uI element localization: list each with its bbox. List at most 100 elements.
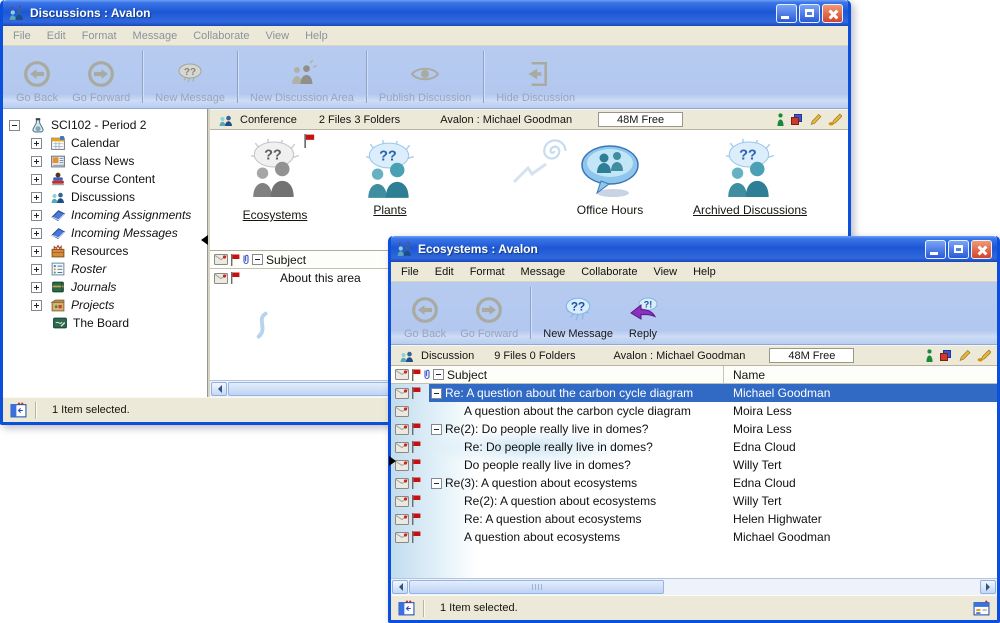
menu-collaborate[interactable]: Collaborate	[573, 264, 645, 280]
sidebar-item-incoming-assignments[interactable]: Incoming Assignments	[3, 206, 207, 224]
minimize-button[interactable]	[925, 240, 946, 259]
menu-format[interactable]: Format	[462, 264, 513, 280]
collapse-thread-box-icon[interactable]	[431, 424, 442, 435]
menu-view[interactable]: View	[257, 28, 297, 44]
conference-icon-plants[interactable]: ?? Plants	[315, 140, 465, 217]
new-message-button[interactable]: ?? New Message	[536, 285, 620, 343]
menu-edit[interactable]: Edit	[39, 28, 74, 44]
collapse-all-box-icon[interactable]	[252, 254, 263, 265]
conference-icon-archived-discussions[interactable]: ?? Archived Discussions	[665, 138, 835, 217]
go-forward-button[interactable]: Go Forward	[65, 49, 137, 107]
close-button[interactable]	[822, 4, 843, 23]
expand-box-icon[interactable]	[31, 174, 42, 185]
online-user-icon[interactable]	[925, 349, 934, 362]
go-forward-button[interactable]: Go Forward	[453, 285, 525, 343]
sidebar-item-journals[interactable]: Journals	[3, 278, 207, 296]
collapse-pane-arrow-icon[interactable]	[196, 235, 208, 245]
sidebar-item-the-board[interactable]: The Board	[3, 314, 207, 332]
subject-column-header[interactable]: Subject	[447, 368, 487, 382]
column-divider[interactable]	[723, 366, 724, 383]
expand-box-icon[interactable]	[31, 300, 42, 311]
message-row[interactable]: Re(3): A question about ecosystems Edna …	[391, 474, 997, 492]
collapse-pane-arrow-icon[interactable]	[389, 456, 401, 466]
message-row[interactable]: Re: A question about the carbon cycle di…	[391, 384, 997, 402]
expand-box-icon[interactable]	[31, 210, 42, 221]
message-row[interactable]: Re(2): A question about ecosystems Willy…	[391, 492, 997, 510]
sidebar-item-course-content[interactable]: Course Content	[3, 170, 207, 188]
layers-icon[interactable]	[791, 114, 803, 126]
menu-edit[interactable]: Edit	[427, 264, 462, 280]
svg-text:??: ??	[571, 301, 585, 314]
roster-list-icon	[50, 261, 66, 277]
expand-box-icon[interactable]	[31, 282, 42, 293]
menu-help[interactable]: Help	[685, 264, 724, 280]
menu-file[interactable]: File	[393, 264, 427, 280]
sidebar-item-incoming-messages[interactable]: Incoming Messages	[3, 224, 207, 242]
message-row[interactable]: Re: Do people really live in domes? Edna…	[391, 438, 997, 456]
scrollbar-thumb[interactable]	[409, 580, 664, 594]
layers-icon[interactable]	[940, 350, 952, 362]
sidebar-item-roster[interactable]: Roster	[3, 260, 207, 278]
new-message-button[interactable]: ?? New Message	[148, 49, 232, 107]
message-subject: A question about the carbon cycle diagra…	[464, 404, 691, 418]
scroll-left-button[interactable]	[392, 580, 408, 594]
message-row[interactable]: Do people really live in domes? Willy Te…	[391, 456, 997, 474]
go-back-button[interactable]: Go Back	[9, 49, 65, 107]
sidebar-item-resources[interactable]: Resources	[3, 242, 207, 260]
online-user-icon[interactable]	[776, 113, 785, 126]
sidebar-item-calendar[interactable]: Calendar	[3, 134, 207, 152]
menu-file[interactable]: File	[5, 28, 39, 44]
expand-box-icon[interactable]	[31, 138, 42, 149]
maximize-button[interactable]	[948, 240, 969, 259]
expand-box-icon[interactable]	[31, 156, 42, 167]
pencil-icon[interactable]	[809, 113, 822, 126]
expand-box-icon[interactable]	[31, 192, 42, 203]
sidebar-item-projects[interactable]: Projects	[3, 296, 207, 314]
new-discussion-area-button[interactable]: New Discussion Area	[243, 49, 361, 107]
signature-pen-icon[interactable]	[977, 349, 991, 362]
go-back-button[interactable]: Go Back	[397, 285, 453, 343]
menu-format[interactable]: Format	[74, 28, 125, 44]
name-column-header[interactable]: Name	[733, 368, 765, 382]
pencil-icon[interactable]	[958, 349, 971, 362]
container-kind-label: Conference	[240, 114, 297, 126]
menu-view[interactable]: View	[645, 264, 685, 280]
close-button[interactable]	[971, 240, 992, 259]
publish-discussion-button[interactable]: Publish Discussion	[372, 49, 478, 107]
panel-toggle-icon[interactable]	[10, 402, 27, 419]
collapse-box-icon[interactable]	[9, 120, 20, 131]
view-grid-icon[interactable]	[973, 600, 990, 617]
message-row[interactable]: Re: A question about ecosystems Helen Hi…	[391, 510, 997, 528]
menu-message[interactable]: Message	[125, 28, 186, 44]
collapse-thread-box-icon[interactable]	[431, 478, 442, 489]
message-row[interactable]: A question about ecosystems Michael Good…	[391, 528, 997, 546]
message-row[interactable]: A question about the carbon cycle diagra…	[391, 402, 997, 420]
sidebar-item-discussions[interactable]: Discussions	[3, 188, 207, 206]
go-back-icon	[23, 58, 51, 90]
titlebar[interactable]: Discussions : Avalon	[3, 0, 848, 26]
menu-message[interactable]: Message	[513, 264, 574, 280]
expand-box-icon[interactable]	[31, 246, 42, 257]
expand-box-icon[interactable]	[31, 228, 42, 239]
sidebar-item-class-news[interactable]: Class News	[3, 152, 207, 170]
minimize-button[interactable]	[776, 4, 797, 23]
hide-discussion-button[interactable]: Hide Discussion	[489, 49, 582, 107]
maximize-button[interactable]	[799, 4, 820, 23]
scroll-left-button[interactable]	[211, 382, 227, 396]
conference-icon-office-hours[interactable]: Office Hours	[535, 142, 685, 217]
tree-root-sci102[interactable]: SCI102 - Period 2	[3, 116, 207, 134]
panel-toggle-icon[interactable]	[398, 600, 415, 617]
menu-help[interactable]: Help	[297, 28, 336, 44]
signature-pen-icon[interactable]	[828, 113, 842, 126]
subject-column-header[interactable]: Subject	[266, 253, 306, 267]
reply-button[interactable]: ?! Reply	[620, 285, 666, 343]
menu-collaborate[interactable]: Collaborate	[185, 28, 257, 44]
expand-box-icon[interactable]	[31, 264, 42, 275]
scroll-right-button[interactable]	[980, 580, 996, 594]
message-row[interactable]: Re(2): Do people really live in domes? M…	[391, 420, 997, 438]
collapse-thread-box-icon[interactable]	[431, 388, 442, 399]
collapse-all-box-icon[interactable]	[433, 369, 444, 380]
titlebar[interactable]: Ecosystems : Avalon	[391, 236, 997, 262]
message-subject: Re: Do people really live in domes?	[464, 440, 653, 454]
horizontal-scrollbar[interactable]	[391, 578, 997, 595]
